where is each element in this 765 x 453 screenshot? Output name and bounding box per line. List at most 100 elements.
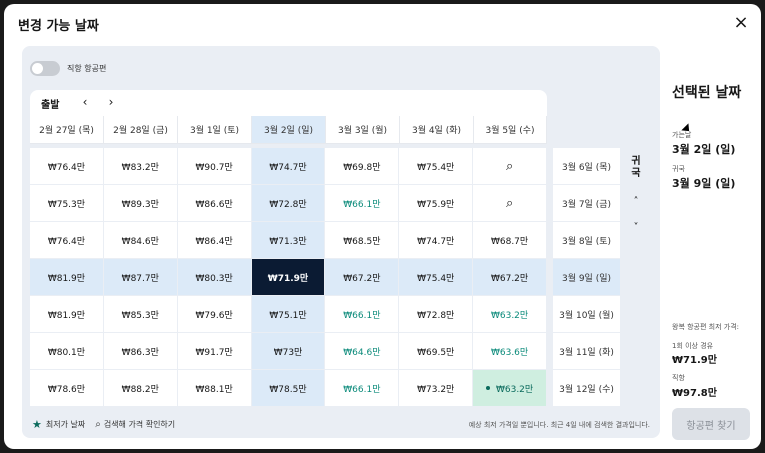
price-cell[interactable]: ₩74.7만 <box>399 222 473 258</box>
direct-flights-toggle[interactable] <box>30 60 60 76</box>
price-cell[interactable]: ₩86.6만 <box>177 185 251 221</box>
calendar-panel: 직항 항공편 출발 ‹ › 2월 27일 (목) 2월 28일 (금) 3월 1일 … <box>22 46 660 438</box>
depart-date-value: 3월 2일 (일) <box>672 143 736 156</box>
star-icon: ★ <box>32 418 42 431</box>
price-cell[interactable]: ₩69.5만 <box>399 333 473 369</box>
price-cell[interactable]: ₩63.6만 <box>473 333 547 369</box>
find-flights-button[interactable]: 항공편 찾기 <box>672 408 750 440</box>
price-cell[interactable]: ₩75.4만 <box>399 259 473 295</box>
price-cells: ₩76.4만 ₩83.2만 ₩90.7만 ₩74.7만 ₩69.8만 ₩75.4만 ⌕ ₩75… <box>30 148 547 406</box>
table-row: ₩76.4만 ₩83.2만 ₩90.7만 ₩74.7만 ₩69.8만 ₩75.4만 ⌕ <box>30 148 547 184</box>
direct-price: ₩97.8만 <box>672 388 717 399</box>
table-row: ₩81.9만 ₩87.7만 ₩80.3만 ₩71.9만 ₩67.2만 ₩75.4만 ₩67.… <box>30 259 547 295</box>
price-cell[interactable]: ₩85.3만 <box>103 296 177 332</box>
price-text: ₩63.2만 <box>495 384 534 395</box>
price-cell[interactable]: ₩88.2만 <box>103 370 177 406</box>
depart-date-5[interactable]: 3월 4일 (화) <box>400 116 474 144</box>
table-row: ₩75.3만 ₩89.3만 ₩86.6만 ₩72.8만 ₩66.1만 ₩75.9만 ⌕ <box>30 185 547 221</box>
price-cell[interactable]: ₩76.4만 <box>30 148 103 184</box>
price-cell[interactable]: ₩72.8만 <box>399 296 473 332</box>
price-cell[interactable]: ₩88.1만 <box>177 370 251 406</box>
return-date-5[interactable]: 3월 11일 (화) <box>553 333 620 369</box>
price-cell[interactable]: ₩71.3만 <box>251 222 325 258</box>
price-cell[interactable]: ₩66.1만 <box>325 185 399 221</box>
price-cell[interactable]: ₩73만 <box>251 333 325 369</box>
price-cell[interactable]: ₩90.7만 <box>177 148 251 184</box>
price-note: 예상 최저 가격일 뿐입니다. 최근 4일 내에 검색한 결과입니다. <box>468 421 650 429</box>
selected-dates-title: 선택된 날짜 <box>672 85 742 101</box>
price-cell[interactable]: ₩75.1만 <box>251 296 325 332</box>
depart-date-2[interactable]: 3월 1일 (토) <box>178 116 252 144</box>
search-price-icon[interactable]: ⌕ <box>473 185 547 221</box>
price-cell[interactable]: ₩75.9만 <box>399 185 473 221</box>
return-down-icon[interactable]: ˅ <box>626 222 646 238</box>
return-date-label: 귀국 <box>672 165 685 173</box>
price-cell[interactable]: ₩68.5만 <box>325 222 399 258</box>
return-date-2[interactable]: 3월 8일 (토) <box>553 222 620 258</box>
return-date-3[interactable]: 3월 9일 (일) <box>553 259 620 295</box>
legend: ★ 최저가 날짜 ⌕ 검색해 가격 확인하기 <box>32 418 175 431</box>
direct-flights-toggle-row: 직항 항공편 <box>30 60 106 76</box>
price-cell[interactable]: ₩66.1만 <box>325 296 399 332</box>
price-cell[interactable]: ₩75.4만 <box>399 148 473 184</box>
depart-prev-icon[interactable]: ‹ <box>77 94 93 110</box>
price-cell[interactable]: ₩79.6만 <box>177 296 251 332</box>
price-cell[interactable]: ₩68.7만 <box>473 222 547 258</box>
price-cell[interactable]: ₩76.4만 <box>30 222 103 258</box>
return-date-1[interactable]: 3월 7일 (금) <box>553 185 620 221</box>
change-dates-dialog: 변경 가능 날짜 × 직항 항공편 출발 ‹ › 2월 27일 (목) 2월 28… <box>4 4 761 449</box>
lowest-price-title: 왕복 항공편 최저 가격: <box>672 323 739 331</box>
search-icon: ⌕ <box>95 419 101 430</box>
price-cell[interactable]: ₩80.1만 <box>30 333 103 369</box>
depart-date-6[interactable]: 3월 5일 (수) <box>474 116 547 144</box>
depart-next-icon[interactable]: › <box>103 94 119 110</box>
price-cell[interactable]: ₩69.8만 <box>325 148 399 184</box>
price-cell[interactable]: ₩89.3만 <box>103 185 177 221</box>
price-cell[interactable]: ₩67.2만 <box>325 259 399 295</box>
price-cell[interactable]: ₩83.2만 <box>103 148 177 184</box>
return-date-value: 3월 9일 (일) <box>672 177 736 190</box>
price-cell[interactable]: ₩66.1만 <box>325 370 399 406</box>
price-cell[interactable]: ₩86.4만 <box>177 222 251 258</box>
price-cell[interactable]: ₩91.7만 <box>177 333 251 369</box>
price-cell[interactable]: ₩78.5만 <box>251 370 325 406</box>
return-date-column: 3월 6일 (목) 3월 7일 (금) 3월 8일 (토) 3월 9일 (일) 3월 1… <box>553 148 620 406</box>
depart-date-1[interactable]: 2월 28일 (금) <box>104 116 178 144</box>
screen: 변경 가능 날짜 × 직항 항공편 출발 ‹ › 2월 27일 (목) 2월 28… <box>0 0 765 453</box>
direct-label: 직항 <box>672 374 685 382</box>
search-price-icon[interactable]: ⌕ <box>473 148 547 184</box>
best-price-dot-icon <box>485 386 490 390</box>
price-grid: 출발 ‹ › 2월 27일 (목) 2월 28일 (금) 3월 1일 (토) 3월 2… <box>30 90 620 406</box>
search-legend: 검색해 가격 확인하기 <box>103 420 176 429</box>
price-cell[interactable]: ₩67.2만 <box>473 259 547 295</box>
price-cell[interactable]: ₩80.3만 <box>177 259 251 295</box>
price-cell[interactable]: ₩75.3만 <box>30 185 103 221</box>
price-cell[interactable]: ₩73.2만 <box>399 370 473 406</box>
price-cell[interactable]: ₩84.6만 <box>103 222 177 258</box>
price-cell[interactable]: ₩81.9만 <box>30 259 103 295</box>
lowest-date-legend: 최저가 날짜 <box>45 420 86 429</box>
price-cell[interactable]: ₩78.6만 <box>30 370 103 406</box>
return-date-0[interactable]: 3월 6일 (목) <box>553 148 620 184</box>
selected-dates-panel: 선택된 날짜 가는날 3월 2일 (일) 귀국 3월 9일 (일) 왕복 항공편… <box>672 44 754 444</box>
return-up-icon[interactable]: ˄ <box>626 196 646 212</box>
depart-header: 출발 ‹ › <box>30 90 547 116</box>
depart-date-0[interactable]: 2월 27일 (목) <box>30 116 104 144</box>
price-cell[interactable]: ₩74.7만 <box>251 148 325 184</box>
return-date-6[interactable]: 3월 12일 (수) <box>553 370 620 406</box>
depart-date-3[interactable]: 3월 2일 (일) <box>252 116 326 144</box>
return-header-char: 귀 <box>631 156 641 167</box>
price-cell[interactable]: ₩72.8만 <box>251 185 325 221</box>
price-cell[interactable]: ₩63.2만 <box>473 296 547 332</box>
return-header-char: 국 <box>631 168 641 179</box>
return-header: 귀 국 <box>626 156 646 180</box>
price-cell[interactable]: ₩86.3만 <box>103 333 177 369</box>
price-cell[interactable]: ₩71.9만 <box>251 259 325 295</box>
close-icon[interactable]: × <box>731 13 751 33</box>
price-cell[interactable]: ₩63.2만 <box>473 370 547 406</box>
return-date-4[interactable]: 3월 10일 (월) <box>553 296 620 332</box>
price-cell[interactable]: ₩81.9만 <box>30 296 103 332</box>
depart-date-4[interactable]: 3월 3일 (월) <box>326 116 400 144</box>
price-cell[interactable]: ₩87.7만 <box>103 259 177 295</box>
price-cell[interactable]: ₩64.6만 <box>325 333 399 369</box>
